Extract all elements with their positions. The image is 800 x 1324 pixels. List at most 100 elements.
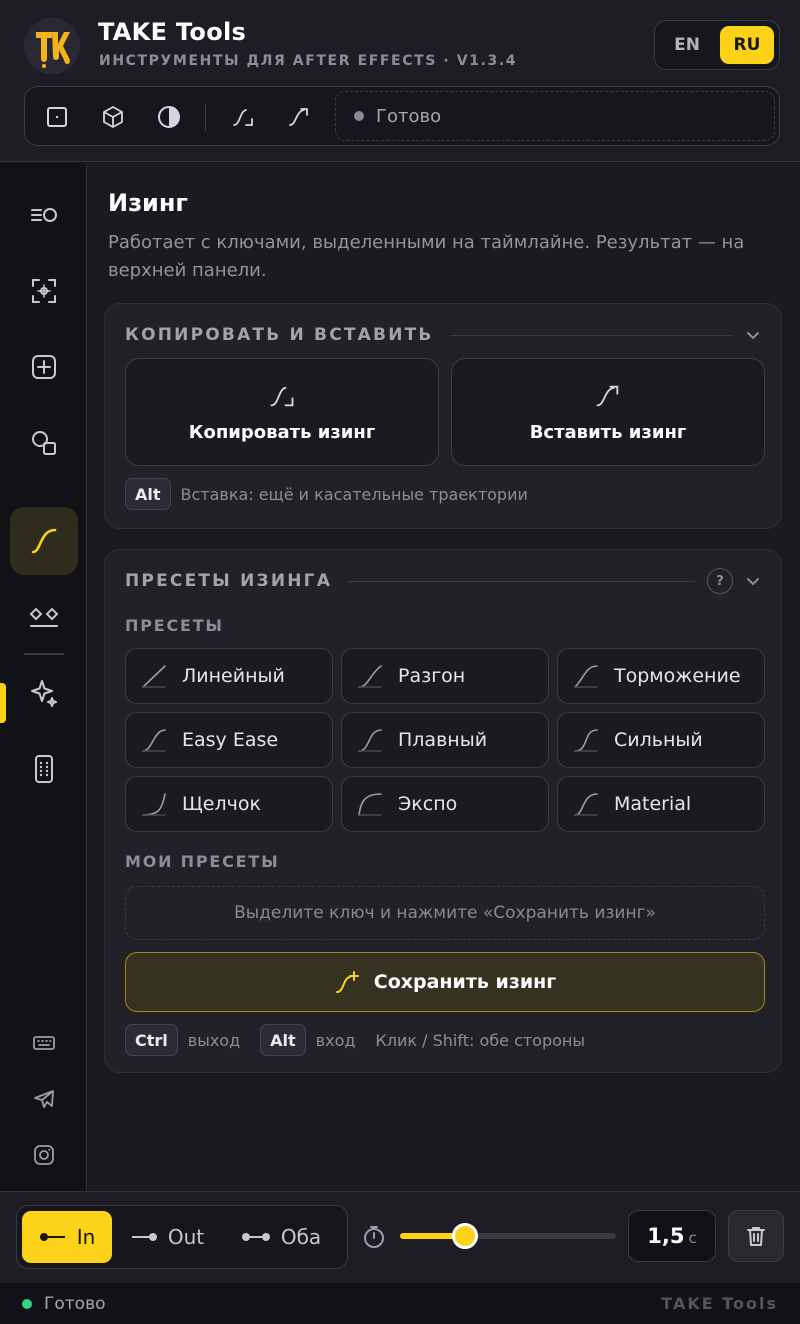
copy-paste-card: КОПИРОВАТЬ И ВСТАВИТЬ Копировать изинг В… (104, 303, 782, 529)
expo-curve-icon (358, 793, 382, 816)
page-title: Изинг (108, 189, 188, 217)
chevron-down-icon[interactable] (745, 327, 761, 343)
ease-paste-icon (596, 385, 619, 406)
preset-label: Щелчок (182, 793, 261, 815)
copy-paste-header[interactable]: КОПИРОВАТЬ И ВСТАВИТЬ (125, 324, 761, 346)
preset-expo[interactable]: Экспо (341, 776, 549, 832)
preset-snap[interactable]: Щелчок (125, 776, 333, 832)
ease-copy-icon (270, 386, 294, 406)
lang-ru-button[interactable]: RU (720, 26, 774, 64)
telegram-icon[interactable] (30, 1085, 58, 1113)
save-easing-label: Сохранить изинг (373, 971, 557, 993)
ease-both-icon (241, 1233, 270, 1241)
preset-label: Разгон (398, 665, 466, 687)
sparkle-icon[interactable] (10, 659, 78, 727)
instagram-icon[interactable] (30, 1141, 58, 1169)
contrast-icon[interactable] (152, 100, 186, 134)
ease-in-icon (39, 1233, 65, 1241)
align-icon[interactable] (10, 181, 78, 249)
presets-title: ПРЕСЕТЫ ИЗИНГА (125, 571, 333, 591)
ease-in-curve-icon (358, 665, 382, 688)
preset-label: Сильный (614, 729, 703, 751)
mode-out-button[interactable]: Out (112, 1211, 222, 1263)
sidebar-divider (24, 653, 64, 655)
main-panel: Изинг Работает с ключами, выделенными на… (88, 163, 800, 1191)
preset-label: Линейный (182, 665, 285, 687)
brand-label: TAKE Tools (661, 1294, 778, 1313)
ease-copy-icon[interactable] (226, 100, 260, 134)
presets-card: ПРЕСЕТЫ ИЗИНГА ? ПРЕСЕТЫ Линейный Разгон… (104, 549, 782, 1073)
ease-direction-switch: In Out Оба (16, 1205, 348, 1269)
eye-icon[interactable] (10, 583, 78, 651)
preset-label: Торможение (614, 665, 741, 687)
preset-strong[interactable]: Сильный (557, 712, 765, 768)
copy-paste-title: КОПИРОВАТЬ И ВСТАВИТЬ (125, 325, 434, 345)
trash-icon (747, 1227, 765, 1246)
presets-hint: Ctrl выход Alt вход Клик / Shift: обе ст… (125, 1024, 585, 1056)
preset-ease-in[interactable]: Разгон (341, 648, 549, 704)
preset-easy-ease[interactable]: Easy Ease (125, 712, 333, 768)
kbd-ctrl: Ctrl (125, 1024, 178, 1056)
bottom-bar: In Out Оба 1,5 с (0, 1191, 800, 1283)
anchor-center-icon[interactable] (40, 100, 74, 134)
ease-out-icon (131, 1233, 157, 1241)
presets-header[interactable]: ПРЕСЕТЫ ИЗИНГА ? (125, 568, 761, 594)
header-rule (348, 580, 695, 582)
kbd-alt: Alt (125, 478, 171, 510)
presets-subheader: ПРЕСЕТЫ (125, 616, 224, 635)
duration-slider[interactable] (400, 1223, 616, 1249)
kbd-alt: Alt (260, 1024, 306, 1056)
my-presets-empty: Выделите ключ и нажмите «Сохранить изинг… (125, 886, 765, 940)
toolbar-divider (205, 103, 206, 131)
cube-icon[interactable] (96, 100, 130, 134)
preset-smooth[interactable]: Плавный (341, 712, 549, 768)
preset-linear[interactable]: Линейный (125, 648, 333, 704)
toolbar-status-text: Готово (376, 105, 442, 127)
delete-button[interactable] (728, 1210, 784, 1262)
easing-curve-icon[interactable] (10, 507, 78, 575)
my-presets-subheader: МОИ ПРЕСЕТЫ (125, 852, 280, 871)
save-curve-icon (335, 971, 359, 993)
status-bar: Готово TAKE Tools (0, 1283, 800, 1324)
device-icon[interactable] (10, 735, 78, 803)
ease-out-curve-icon (574, 665, 598, 688)
ease-paste-icon[interactable] (282, 100, 316, 134)
focus-icon[interactable] (10, 257, 78, 325)
hint-click-text: Клик / Shift: обе стороны (375, 1030, 586, 1050)
paste-easing-label: Вставить изинг (529, 421, 687, 443)
app-subtitle: ИНСТРУМЕНТЫ ДЛЯ AFTER EFFECTS · V1.3.4 (99, 53, 518, 69)
copy-paste-hint-text: Вставка: ещё и касательные траектории (180, 484, 528, 504)
page-description: Работает с ключами, выделенными на таймл… (108, 232, 745, 281)
easy-ease-curve-icon (142, 729, 166, 752)
preset-ease-out[interactable]: Торможение (557, 648, 765, 704)
status-ok-dot (22, 1298, 32, 1309)
chevron-down-icon[interactable] (745, 573, 761, 589)
app-logo (24, 18, 80, 74)
paste-easing-button[interactable]: Вставить изинг (451, 358, 765, 466)
copy-paste-hint: Alt Вставка: ещё и касательные траектори… (125, 478, 528, 510)
lang-en-button[interactable]: EN (660, 26, 714, 64)
header-rule (449, 334, 733, 336)
slider-thumb[interactable] (451, 1223, 478, 1249)
add-icon[interactable] (10, 333, 78, 401)
strong-curve-icon (574, 729, 598, 752)
save-easing-button[interactable]: Сохранить изинг (125, 952, 765, 1012)
app-header: TAKE Tools ИНСТРУМЕНТЫ ДЛЯ AFTER EFFECTS… (0, 0, 800, 162)
duration-field[interactable]: 1,5 с (628, 1210, 716, 1262)
mode-in-button[interactable]: In (22, 1211, 112, 1263)
duration-unit: с (688, 1229, 697, 1247)
help-icon[interactable]: ? (707, 568, 733, 594)
linear-curve-icon (142, 665, 166, 688)
copy-easing-button[interactable]: Копировать изинг (125, 358, 439, 466)
preset-label: Easy Ease (182, 729, 279, 751)
preset-label: Экспо (398, 793, 458, 815)
shapes-icon[interactable] (10, 409, 78, 477)
keyboard-icon[interactable] (30, 1029, 58, 1057)
preset-material[interactable]: Material (557, 776, 765, 832)
snap-curve-icon (142, 793, 166, 816)
mode-both-button[interactable]: Оба (222, 1211, 340, 1263)
smooth-curve-icon (358, 729, 382, 752)
status-text: Готово (44, 1293, 106, 1314)
timer-icon (364, 1226, 384, 1248)
duration-value: 1,5 (647, 1224, 685, 1248)
